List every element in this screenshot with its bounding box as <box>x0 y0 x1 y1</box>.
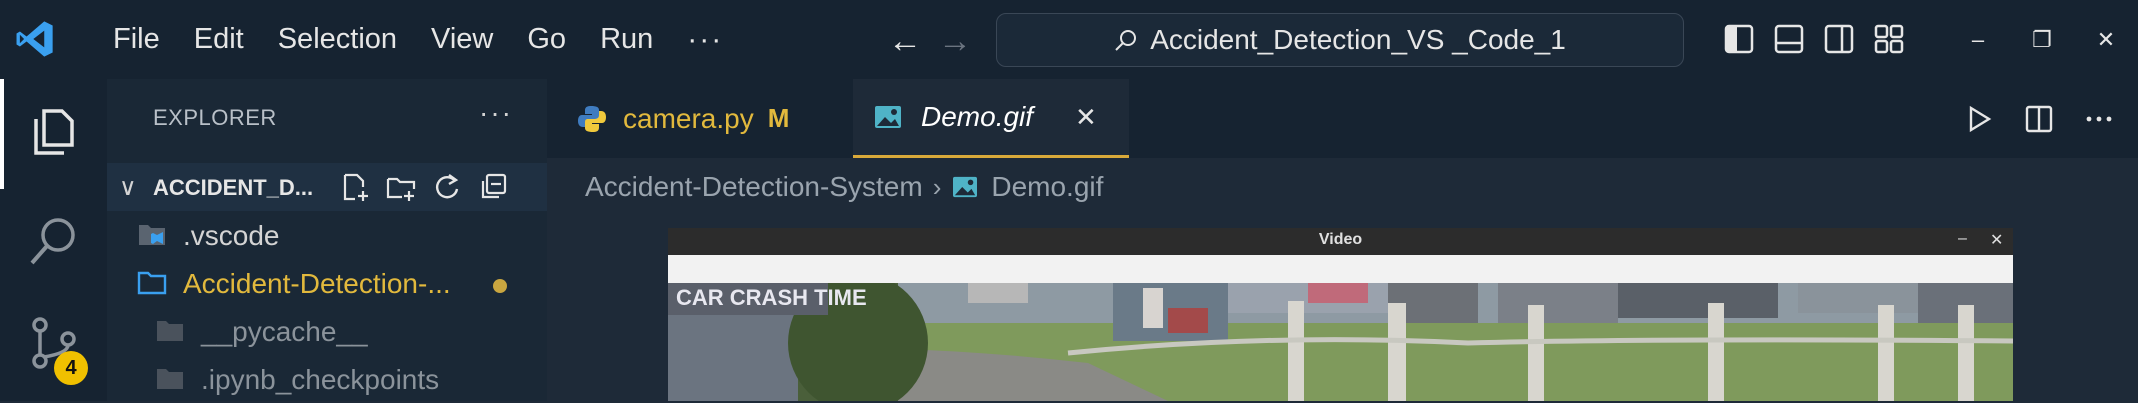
menu-bar: File Edit Selection View Go Run ··· <box>96 0 740 79</box>
active-indicator <box>0 79 4 189</box>
menu-more-icon[interactable]: ··· <box>670 23 740 57</box>
tree-item-label: .ipynb_checkpoints <box>201 364 440 395</box>
modified-indicator <box>493 279 507 293</box>
gif-toolbar-strip <box>668 255 2013 283</box>
forward-arrow-icon[interactable]: → <box>938 22 972 61</box>
image-file-icon <box>875 106 901 128</box>
gif-overlay-text: CAR CRASH TIME <box>676 285 867 310</box>
gif-window-title: Video <box>1318 231 1363 248</box>
breadcrumb: Accident-Detection-System › Demo.gif <box>585 171 1103 203</box>
menu-edit[interactable]: Edit <box>177 0 261 79</box>
folder-icon <box>157 321 183 341</box>
gif-window-titlebar: Video – ✕ <box>668 228 2013 255</box>
new-file-icon[interactable] <box>339 171 371 203</box>
close-tab-icon[interactable]: ✕ <box>1075 102 1097 133</box>
back-arrow-icon[interactable]: ← <box>888 22 922 61</box>
vscode-logo-icon <box>16 21 53 57</box>
collapse-all-icon[interactable] <box>477 171 509 203</box>
split-editor-icon[interactable] <box>2024 104 2054 134</box>
search-icon <box>1115 30 1137 51</box>
tab-camera-py[interactable]: camera.py M <box>547 79 853 158</box>
tree-item-accident-detection[interactable]: Accident-Detection-... <box>107 259 547 307</box>
gif-minimize-icon: – <box>1958 230 1967 247</box>
layout-controls <box>1722 22 1906 56</box>
command-center-label: Accident_Detection_VS _Code_1 <box>1150 24 1566 55</box>
explorer-sidebar: EXPLORER ··· ∨ ACCIDENT_D... .vscode Acc… <box>107 79 547 401</box>
tree-item-label: .vscode <box>183 220 280 251</box>
tab-bar: camera.py M Demo.gif ✕ <box>547 79 2138 158</box>
tree-item-label: __pycache__ <box>201 316 368 347</box>
toggle-panel-icon[interactable] <box>1772 22 1806 56</box>
restore-button[interactable]: ❐ <box>2010 0 2074 79</box>
menu-selection[interactable]: Selection <box>261 0 414 79</box>
tree-item-label: Accident-Detection-... <box>183 268 451 299</box>
workspace-folder-header[interactable]: ∨ ACCIDENT_D... <box>107 163 547 211</box>
explorer-more-icon[interactable]: ··· <box>479 97 513 129</box>
toggle-primary-sidebar-icon[interactable] <box>1722 22 1756 56</box>
video-frame-image: CAR CRASH TIME <box>668 283 2013 401</box>
menu-run[interactable]: Run <box>583 0 670 79</box>
menu-file[interactable]: File <box>96 0 177 79</box>
editor-area: camera.py M Demo.gif ✕ Accident-Detectio… <box>547 79 2138 401</box>
new-folder-icon[interactable] <box>385 171 417 203</box>
tab-demo-gif[interactable]: Demo.gif ✕ <box>853 79 1129 158</box>
tab-label: camera.py <box>623 102 754 134</box>
folder-actions <box>339 171 509 203</box>
breadcrumb-file[interactable]: Demo.gif <box>991 171 1103 203</box>
source-control-badge: 4 <box>54 351 88 385</box>
menu-view[interactable]: View <box>414 0 510 79</box>
python-icon <box>578 105 606 132</box>
toggle-secondary-sidebar-icon[interactable] <box>1822 22 1856 56</box>
search-icon[interactable] <box>24 211 84 271</box>
chevron-right-icon: › <box>932 171 942 202</box>
editor-actions <box>1964 79 2138 158</box>
workspace-folder-name: ACCIDENT_D... <box>153 175 314 200</box>
more-actions-icon[interactable] <box>2084 104 2114 134</box>
tree-item-vscode[interactable]: .vscode <box>107 211 547 259</box>
minimize-button[interactable]: – <box>1946 0 2010 79</box>
command-center-search[interactable]: Accident_Detection_VS _Code_1 <box>996 13 1684 67</box>
folder-icon <box>157 369 183 389</box>
run-icon[interactable] <box>1964 104 1994 134</box>
refresh-icon[interactable] <box>431 171 463 203</box>
customize-layout-icon[interactable] <box>1872 22 1906 56</box>
explorer-icon[interactable] <box>24 101 84 161</box>
activity-bar <box>0 79 107 401</box>
menu-go[interactable]: Go <box>510 0 583 79</box>
title-bar: File Edit Selection View Go Run ··· ← → … <box>0 0 2138 79</box>
tab-label: Demo.gif <box>921 101 1034 132</box>
window-controls: – ❐ ✕ <box>1946 0 2138 79</box>
gif-close-icon: ✕ <box>1990 232 2004 249</box>
tree-item-pycache[interactable]: __pycache__ <box>107 307 547 355</box>
image-file-icon <box>953 176 978 198</box>
vscode-folder-icon <box>139 225 165 245</box>
chevron-down-icon: ∨ <box>119 174 137 201</box>
folder-open-icon <box>137 271 167 295</box>
modified-badge: M <box>767 103 790 133</box>
close-window-button[interactable]: ✕ <box>2074 0 2138 79</box>
explorer-title: EXPLORER <box>153 105 277 130</box>
breadcrumb-folder[interactable]: Accident-Detection-System <box>585 171 923 203</box>
gif-preview: Video – ✕ CAR CRASH TIME <box>668 228 2013 401</box>
tree-item-ipynb-checkpoints[interactable]: .ipynb_checkpoints <box>107 355 547 403</box>
